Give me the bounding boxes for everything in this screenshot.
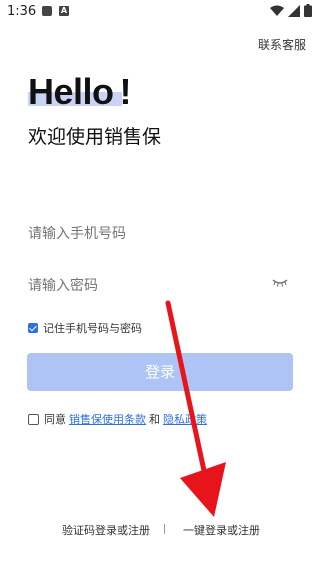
- wifi-icon: [270, 5, 284, 16]
- hello-exclaim: !: [119, 71, 132, 112]
- one-click-login-link[interactable]: 一键登录或注册: [183, 522, 260, 538]
- agreement-prefix: 同意: [44, 413, 66, 426]
- remember-label: 记住手机号码与密码: [43, 322, 142, 335]
- terms-link[interactable]: 销售保使用条款: [69, 411, 146, 427]
- phone-input[interactable]: [28, 221, 292, 247]
- battery-icon: [304, 4, 312, 17]
- sms-login-link[interactable]: 验证码登录或注册: [62, 522, 150, 538]
- login-button[interactable]: 登录: [27, 353, 293, 391]
- welcome-subtitle: 欢迎使用销售保: [28, 126, 162, 148]
- eye-closed-icon[interactable]: [272, 279, 288, 287]
- privacy-link[interactable]: 隐私政策: [163, 411, 207, 427]
- hello-heading: Hello!: [28, 72, 148, 112]
- agreement-checkbox[interactable]: [28, 413, 39, 425]
- signal-icon: [288, 4, 300, 17]
- contact-service-link[interactable]: 联系客服: [258, 36, 306, 53]
- agreement-conjunction: 和: [149, 413, 160, 426]
- hello-text: Hello: [28, 71, 114, 112]
- remember-credentials[interactable]: 记住手机号码与密码: [28, 320, 142, 336]
- footer-divider: [164, 524, 165, 534]
- app-notification-icon: A: [59, 6, 69, 16]
- password-input[interactable]: [28, 273, 258, 299]
- remember-checkbox[interactable]: [28, 323, 38, 333]
- status-icons: [270, 4, 312, 17]
- status-bar: 1:36 A: [0, 0, 320, 24]
- status-time: 1:36: [7, 4, 37, 19]
- agreement-row: 同意 销售保使用条款 和 隐私政策: [28, 411, 210, 427]
- notification-icon: [42, 6, 52, 16]
